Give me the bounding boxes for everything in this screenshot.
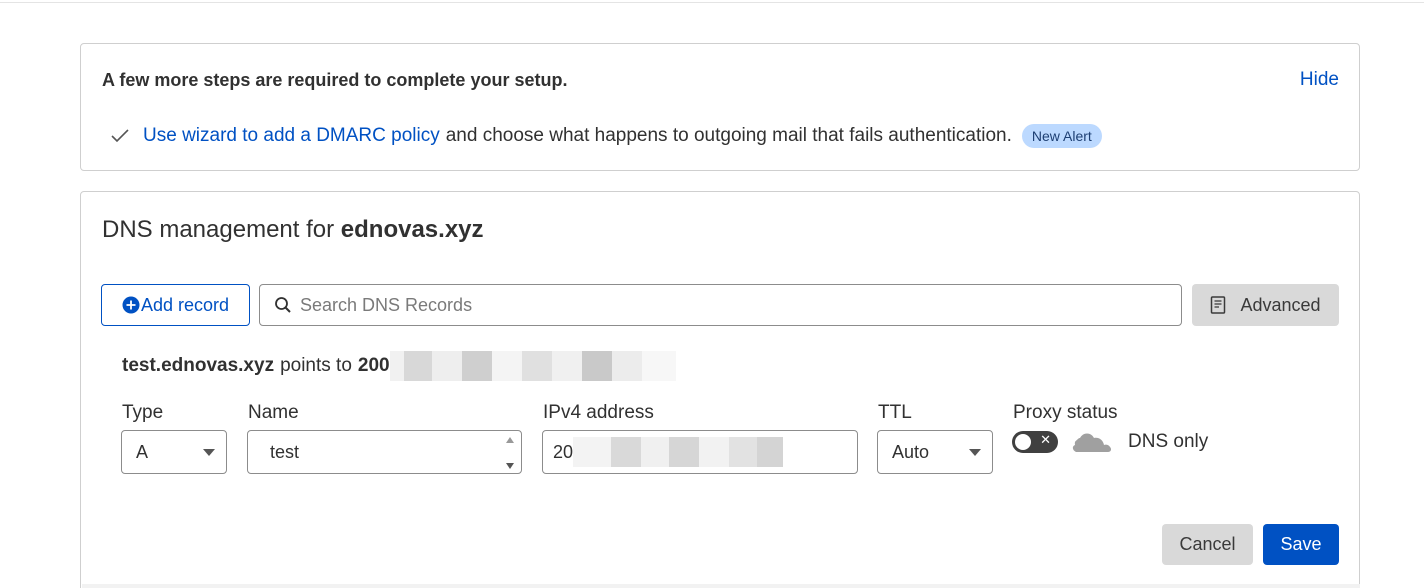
toggle-knob: [1015, 434, 1031, 450]
record-hostname: test.ednovas.xyz: [122, 355, 275, 376]
advanced-label: Advanced: [1240, 294, 1321, 315]
search-icon: [275, 297, 291, 313]
cancel-button[interactable]: Cancel: [1162, 524, 1253, 565]
setup-alert-card: A few more steps are required to complet…: [80, 43, 1360, 171]
name-spinner[interactable]: [503, 437, 517, 469]
redacted-ipv4-strip: [573, 437, 784, 467]
advanced-button[interactable]: Advanced: [1192, 284, 1339, 326]
type-label: Type: [122, 402, 164, 423]
add-record-label: Add record: [140, 294, 230, 315]
close-icon: ✕: [1040, 433, 1051, 448]
record-target-value: 200: [357, 355, 390, 376]
search-input[interactable]: [300, 294, 1160, 316]
dns-title-prefix: DNS management for: [102, 216, 335, 243]
chevron-down-icon: [969, 449, 981, 456]
proxy-status-row: ✕ DNS only: [1012, 428, 1208, 456]
chevron-down-icon: [203, 449, 215, 456]
type-value: A: [136, 441, 149, 462]
setup-alert-title: A few more steps are required to complet…: [102, 70, 568, 90]
ttl-select[interactable]: Auto: [877, 430, 993, 474]
proxy-status-label: Proxy status: [1013, 402, 1118, 423]
new-alert-badge: New Alert: [1021, 124, 1102, 148]
spinner-down-icon[interactable]: [506, 463, 514, 469]
name-label: Name: [248, 402, 299, 423]
ipv4-field[interactable]: 20: [542, 430, 858, 474]
type-select[interactable]: A: [121, 430, 227, 474]
name-field[interactable]: test: [247, 430, 522, 474]
top-divider: [0, 0, 1424, 3]
ipv4-label: IPv4 address: [543, 402, 654, 423]
record-summary: test.ednovas.xyz points to 200: [122, 351, 676, 381]
dmarc-wizard-link[interactable]: Use wizard to add a DMARC policy: [143, 125, 440, 147]
ipv4-value: 20: [553, 441, 574, 462]
dns-domain-name: ednovas.xyz: [340, 216, 484, 243]
redacted-ip-strip: [389, 351, 676, 381]
cloud-icon: [1071, 433, 1112, 452]
plus-circle-icon: [122, 296, 140, 314]
spinner-up-icon[interactable]: [506, 437, 514, 443]
ttl-value: Auto: [892, 441, 930, 462]
proxy-toggle[interactable]: ✕: [1012, 431, 1058, 453]
setup-step-row: Use wizard to add a DMARC policy and cho…: [111, 124, 1102, 148]
name-value: test: [270, 441, 300, 462]
check-icon: [111, 126, 131, 146]
records-table-header-band: [82, 584, 1360, 588]
hide-link[interactable]: Hide: [1300, 69, 1339, 91]
add-record-button[interactable]: Add record: [101, 284, 250, 326]
ttl-label: TTL: [878, 402, 912, 423]
setup-step-text: and choose what happens to outgoing mail…: [445, 125, 1012, 146]
book-icon: [1211, 296, 1226, 314]
page-title: DNS management for ednovas.xyz: [102, 216, 484, 244]
search-dns-records[interactable]: [259, 284, 1182, 326]
save-button[interactable]: Save: [1263, 524, 1339, 565]
points-to-label: points to: [280, 355, 352, 376]
dns-management-card: DNS management for ednovas.xyz Add recor…: [80, 191, 1360, 588]
proxy-state-label: DNS only: [1128, 431, 1209, 452]
